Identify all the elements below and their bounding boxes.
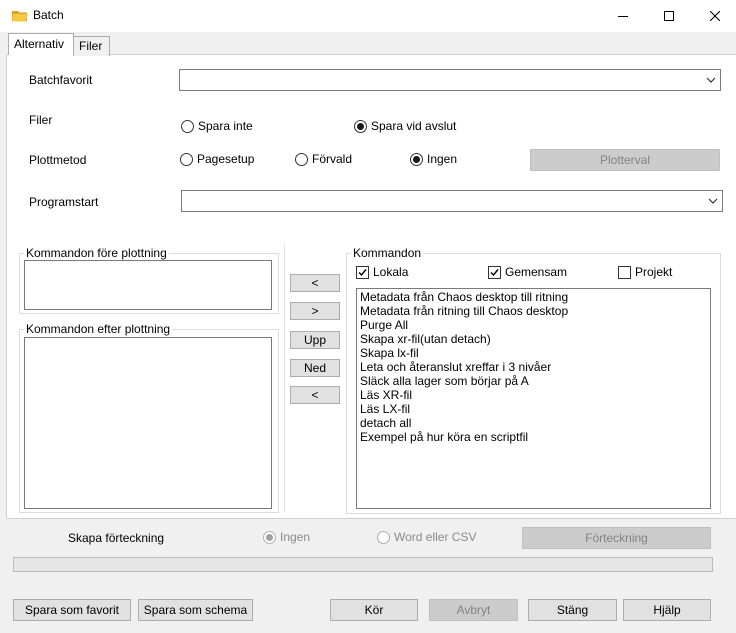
radio-spara-inte[interactable]: Spara inte (181, 119, 253, 133)
move-up-button[interactable]: Upp (290, 331, 340, 349)
fore-plottning-list[interactable] (24, 260, 272, 310)
radio-circle-selected (354, 119, 367, 133)
title-bar: Batch (0, 0, 736, 32)
checkmark-icon (490, 268, 499, 276)
radio-circle-selected (263, 530, 276, 544)
radio-label: Spara vid avslut (371, 119, 457, 133)
move-down-button[interactable]: Ned (290, 359, 340, 377)
radio-forteckning-ingen[interactable]: Ingen (263, 530, 310, 544)
abort-button[interactable]: Avbryt (429, 599, 518, 621)
list-item[interactable]: Skapa lx-fil (360, 346, 707, 360)
list-item[interactable]: Metadata från ritning till Chaos desktop (360, 304, 707, 318)
checkbox-box (488, 265, 501, 279)
add-left-button-2[interactable]: < (290, 386, 340, 404)
efter-plottning-list[interactable] (24, 337, 272, 509)
close-icon (710, 10, 720, 21)
list-item[interactable]: Purge All (360, 318, 707, 332)
tab-filer[interactable]: Filer (73, 36, 110, 56)
list-item[interactable]: Släck alla lager som börjar på A (360, 374, 707, 388)
help-button[interactable]: Hjälp (623, 599, 711, 621)
efter-plottning-label: Kommandon efter plottning (24, 322, 173, 336)
radio-pagesetup[interactable]: Pagesetup (180, 152, 254, 166)
radio-forvald[interactable]: Förvald (295, 152, 352, 166)
kommandon-list[interactable]: Metadata från Chaos desktop till ritning… (356, 288, 711, 509)
checkbox-box (356, 265, 369, 279)
list-item[interactable]: Läs XR-fil (360, 388, 707, 402)
radio-word-eller-csv[interactable]: Word eller CSV (377, 530, 476, 544)
radio-circle (181, 119, 194, 133)
radio-circle (295, 152, 308, 166)
tab-alternativ[interactable]: Alternativ (8, 33, 74, 55)
skapa-forteckning-label: Skapa förteckning (68, 531, 165, 545)
radio-label: Ingen (427, 152, 458, 166)
list-item[interactable]: detach all (360, 416, 707, 430)
checkbox-projekt[interactable]: Projekt (618, 265, 672, 279)
minimize-icon (618, 15, 628, 17)
list-item[interactable]: Exempel på hur köra en scriptfil (360, 430, 707, 444)
forteckning-button[interactable]: Förteckning (522, 527, 711, 549)
radio-circle (180, 152, 193, 166)
radio-circle (377, 530, 390, 544)
checkbox-gemensam[interactable]: Gemensam (488, 265, 567, 279)
radio-circle-selected (410, 152, 423, 166)
add-left-button[interactable]: < (290, 274, 340, 292)
plottmetod-label: Plottmetod (29, 153, 87, 167)
minimize-button[interactable] (600, 0, 646, 31)
run-button[interactable]: Kör (330, 599, 418, 621)
save-schema-button[interactable]: Spara som schema (138, 599, 253, 621)
list-item[interactable]: Skapa xr-fil(utan detach) (360, 332, 707, 346)
checkbox-label: Gemensam (505, 265, 568, 279)
fore-plottning-label: Kommandon före plottning (24, 246, 169, 260)
programstart-combobox[interactable] (181, 190, 723, 212)
list-item[interactable]: Läs LX-fil (360, 402, 707, 416)
radio-label: Förvald (312, 152, 353, 166)
radio-label: Word eller CSV (394, 530, 477, 544)
chevron-down-icon (706, 77, 716, 83)
chevron-down-icon (708, 198, 718, 204)
window-title: Batch (33, 8, 64, 22)
radio-label: Ingen (280, 530, 311, 544)
radio-label: Pagesetup (197, 152, 255, 166)
progress-bar (13, 557, 713, 572)
checkbox-label: Lokala (373, 265, 409, 279)
vertical-separator (284, 245, 285, 513)
checkbox-label: Projekt (635, 265, 673, 279)
batchfavorit-label: Batchfavorit (29, 73, 93, 87)
radio-label: Spara inte (198, 119, 253, 133)
checkbox-box (618, 265, 631, 279)
plotterval-button[interactable]: Plotterval (530, 149, 720, 171)
close-button[interactable]: Stäng (528, 599, 617, 621)
radio-ingen[interactable]: Ingen (410, 152, 457, 166)
checkbox-lokala[interactable]: Lokala (356, 265, 408, 279)
close-window-button[interactable] (692, 0, 736, 31)
programstart-label: Programstart (29, 195, 99, 209)
checkmark-icon (358, 268, 367, 276)
save-favorite-button[interactable]: Spara som favorit (13, 599, 131, 621)
filer-label: Filer (29, 113, 53, 127)
batchfavorit-combobox[interactable] (179, 69, 721, 91)
radio-spara-vid-avslut[interactable]: Spara vid avslut (354, 119, 456, 133)
maximize-button[interactable] (646, 0, 692, 31)
remove-right-button[interactable]: > (290, 302, 340, 320)
list-item[interactable]: Leta och återanslut xreffar i 3 nivåer (360, 360, 707, 374)
kommandon-label: Kommandon (351, 246, 424, 260)
list-item[interactable]: Metadata från Chaos desktop till ritning (360, 290, 707, 304)
folder-icon (12, 9, 28, 22)
maximize-icon (664, 10, 674, 21)
